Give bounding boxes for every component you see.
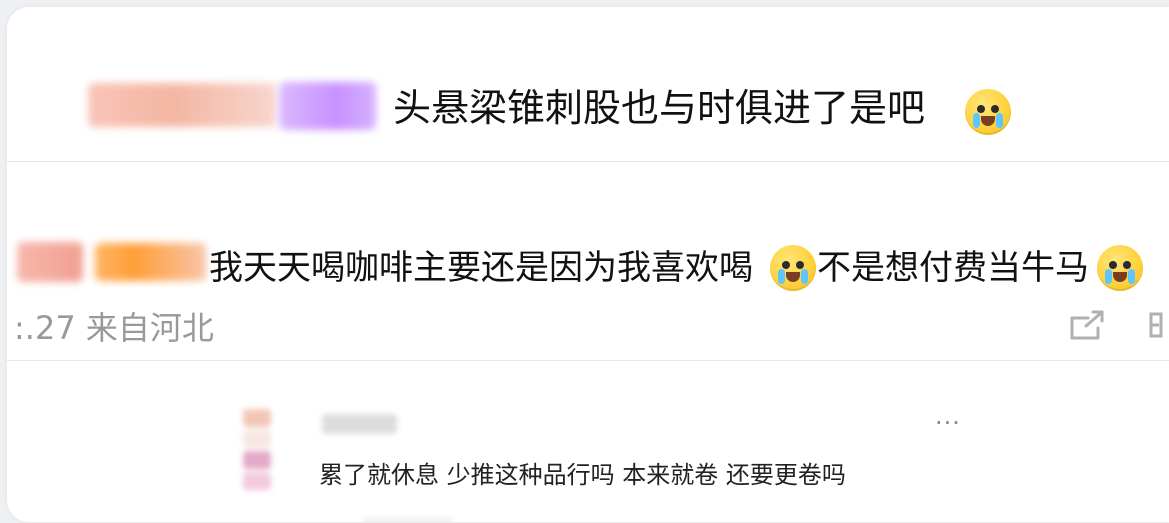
- mouth-icon: [1113, 272, 1127, 282]
- comment-text-2-part-2: 不是想付费当牛马: [817, 248, 1089, 288]
- tear-icon: [1128, 269, 1135, 284]
- comment-card: 头悬梁锥刺股也与时俱进了是吧 我天天喝咖啡主要还是因为我喜欢喝 不是想付费当牛马: [7, 7, 1169, 522]
- author-badge-blur-2: [95, 243, 206, 281]
- tear-icon: [973, 113, 980, 128]
- mouth-icon: [981, 116, 995, 126]
- eye-icon: [977, 105, 985, 113]
- comment-meta: :.27 来自河北: [14, 309, 214, 347]
- more-icon[interactable]: ···: [935, 411, 961, 435]
- author-name-blur: [88, 83, 276, 127]
- tear-icon: [996, 113, 1003, 128]
- author-badge-blur: [279, 82, 376, 130]
- crying-face-icon: [1097, 245, 1143, 291]
- eye-icon: [1123, 261, 1131, 269]
- eye-icon: [782, 261, 790, 269]
- author-name-blur-2: [17, 242, 83, 282]
- comment-text-2-after: 不是想付费当牛马: [817, 247, 1089, 289]
- eye-icon: [796, 261, 804, 269]
- reply-text: 累了就休息 少推这种品行吗 本来就卷 还要更卷吗: [319, 461, 846, 489]
- crying-face-icon: [770, 245, 816, 291]
- divider-2: [7, 360, 1169, 361]
- comment-text-2-part-1: 我天天喝咖啡主要还是因为我喜欢喝: [209, 248, 753, 288]
- mouth-icon: [786, 272, 800, 282]
- tear-icon: [801, 269, 808, 284]
- reply-avatar-blur: [243, 409, 271, 499]
- eye-icon: [1109, 261, 1117, 269]
- comment-text-1: 头悬梁锥刺股也与时俱进了是吧: [393, 86, 926, 130]
- tear-icon: [1105, 269, 1112, 284]
- crying-face-icon: [965, 89, 1011, 135]
- side-action-icon[interactable]: [1147, 310, 1167, 340]
- eye-icon: [991, 105, 999, 113]
- bottom-faint-blur: [363, 517, 453, 522]
- screenshot-frame: 头悬梁锥刺股也与时俱进了是吧 我天天喝咖啡主要还是因为我喜欢喝 不是想付费当牛马: [0, 0, 1169, 523]
- divider-1: [7, 161, 1169, 162]
- comment-text-2: 我天天喝咖啡主要还是因为我喜欢喝: [209, 247, 753, 289]
- share-icon[interactable]: [1064, 308, 1110, 344]
- reply-author-blur: [322, 414, 397, 434]
- tear-icon: [778, 269, 785, 284]
